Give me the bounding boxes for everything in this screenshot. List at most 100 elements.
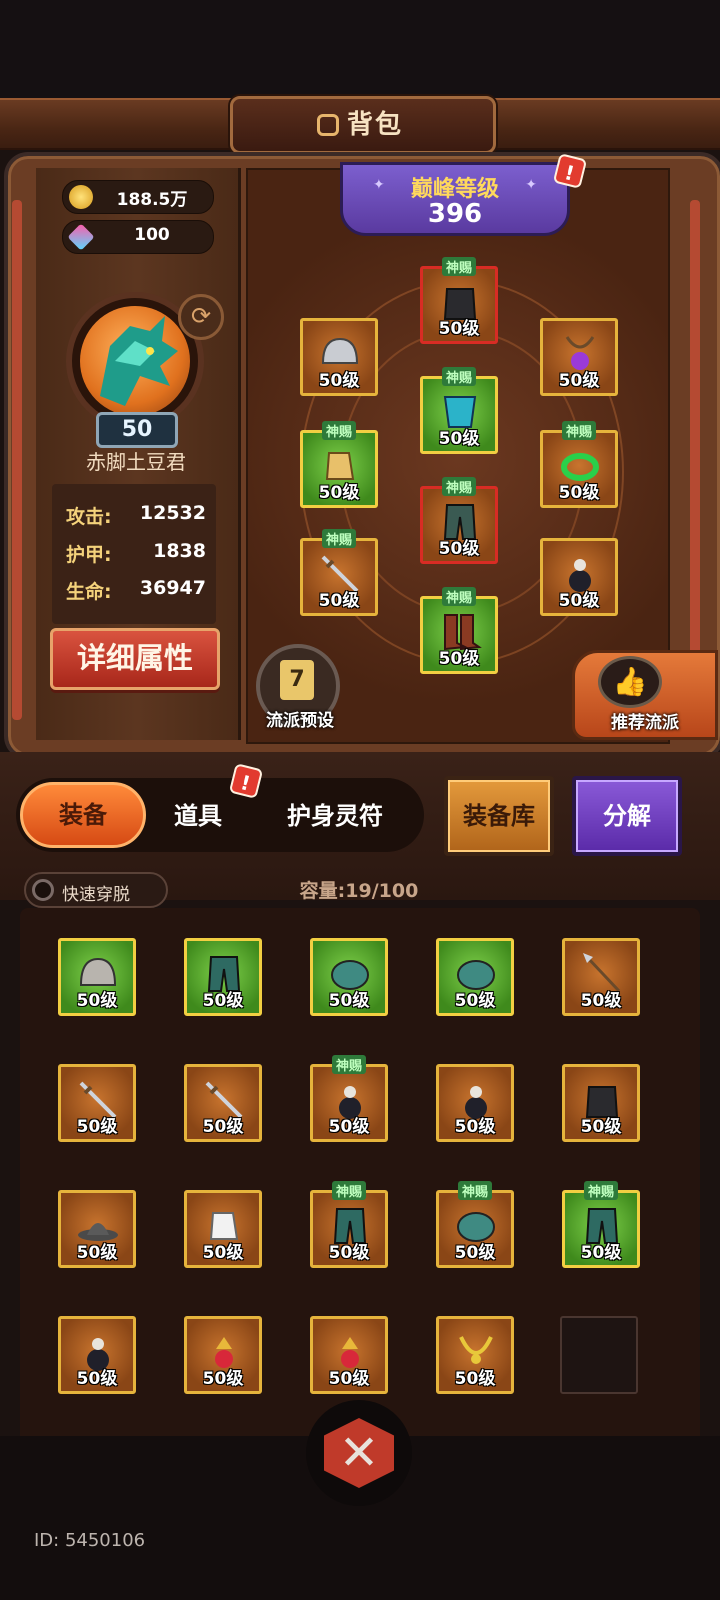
preset-icon: 7 <box>280 660 314 700</box>
build-preset-label: 流派预设 <box>266 711 334 731</box>
dragon-avatar-icon <box>100 316 178 406</box>
divine-tag: 神赐 <box>457 1181 493 1200</box>
slot-level: 50级 <box>438 649 480 669</box>
inventory-item[interactable]: 50级 <box>184 1064 262 1142</box>
decompose-button[interactable]: 分解 <box>572 776 682 856</box>
inventory-item[interactable]: 神赐 50级 <box>310 1055 388 1142</box>
tab-amulet[interactable]: 护身灵符 <box>260 796 410 831</box>
item-level: 50级 <box>328 991 370 1011</box>
inventory-item[interactable]: 50级 <box>436 1316 514 1394</box>
item-level: 50级 <box>76 991 118 1011</box>
gem-icon <box>67 223 95 251</box>
inventory-item[interactable]: 神赐 50级 <box>436 1181 514 1268</box>
slot-level: 50级 <box>558 591 600 611</box>
item-level: 50级 <box>454 1243 496 1263</box>
item-level: 50级 <box>454 1369 496 1389</box>
slot-level: 50级 <box>438 539 480 559</box>
item-level: 50级 <box>76 1117 118 1137</box>
divine-tag: 神赐 <box>321 421 357 440</box>
item-level: 50级 <box>454 1117 496 1137</box>
inventory-item[interactable]: 50级 <box>310 1316 388 1394</box>
tab-items[interactable]: 道具 <box>152 796 244 831</box>
equip-slot-helmet[interactable]: 50级 <box>300 318 378 396</box>
item-level: 50级 <box>328 1369 370 1389</box>
divine-tag: 神赐 <box>441 587 477 606</box>
equip-slot-gloves[interactable]: 神赐 50级 <box>300 421 378 508</box>
item-level: 50级 <box>454 991 496 1011</box>
equip-slot-weapon[interactable]: 神赐 50级 <box>300 529 378 616</box>
recommended-build-label: 推荐流派 <box>611 713 679 733</box>
inventory-item[interactable]: 50级 <box>184 938 262 1016</box>
armor-label: 护甲: <box>66 544 112 566</box>
health-value: 36947 <box>139 577 206 599</box>
divine-tag: 神赐 <box>441 257 477 276</box>
equip-slot-chest[interactable]: 神赐 50级 <box>420 257 498 344</box>
avatar[interactable] <box>80 306 190 416</box>
divine-tag: 神赐 <box>331 1055 367 1074</box>
health-label: 生命: <box>66 581 112 603</box>
slot-level: 50级 <box>438 319 480 339</box>
inventory-item[interactable]: 50级 <box>184 1316 262 1394</box>
inventory-item[interactable]: 50级 <box>562 938 640 1016</box>
quick-equip-toggle[interactable]: 快速穿脱 <box>24 872 168 908</box>
peak-level-value: 396 <box>427 199 483 229</box>
inventory-item[interactable]: 50级 <box>562 1064 640 1142</box>
equip-slot-cape[interactable]: 神赐 50级 <box>420 367 498 454</box>
equip-slot-ring[interactable]: 神赐 50级 <box>540 421 618 508</box>
thumbs-up-icon: 👍 <box>598 656 662 708</box>
item-level: 50级 <box>580 1117 622 1137</box>
slot-level: 50级 <box>318 483 360 503</box>
peak-level-banner[interactable]: ✦ ✦ 巅峰等级 396 <box>340 162 570 236</box>
slot-level: 50级 <box>558 371 600 391</box>
gold-value: 188.5万 <box>116 190 188 210</box>
refresh-icon: ⟳ <box>190 302 212 330</box>
item-level: 50级 <box>202 1369 244 1389</box>
inventory-empty-slot[interactable] <box>560 1316 638 1394</box>
item-level: 50级 <box>202 991 244 1011</box>
inventory-item[interactable]: 50级 <box>58 1316 136 1394</box>
divine-tag: 神赐 <box>583 1181 619 1200</box>
quick-equip-label: 快速穿脱 <box>62 885 130 905</box>
attack-value: 12532 <box>139 502 206 524</box>
item-level: 50级 <box>202 1117 244 1137</box>
divine-tag: 神赐 <box>441 477 477 496</box>
capacity-text: 容量:19/100 <box>299 880 419 902</box>
divine-tag: 神赐 <box>561 421 597 440</box>
user-id: ID: 5450106 <box>34 1530 146 1551</box>
equip-slot-boots[interactable]: 神赐 50级 <box>420 587 498 674</box>
inventory-item[interactable]: 50级 <box>58 1064 136 1142</box>
attack-label: 攻击: <box>66 506 112 528</box>
slot-level: 50级 <box>318 371 360 391</box>
inventory-item[interactable]: 50级 <box>310 938 388 1016</box>
inventory-item[interactable]: 50级 <box>184 1190 262 1268</box>
equip-slot-pants[interactable]: 神赐 50级 <box>420 477 498 564</box>
item-level: 50级 <box>328 1117 370 1137</box>
equipment-library-button[interactable]: 装备库 <box>444 776 554 856</box>
toggle-radio-icon <box>32 879 54 901</box>
inventory-item[interactable]: 50级 <box>58 1190 136 1268</box>
tab-equipment[interactable]: 装备 <box>20 782 146 848</box>
gem-counter: 100 <box>62 220 214 254</box>
item-level: 50级 <box>202 1243 244 1263</box>
divine-tag: 神赐 <box>331 1181 367 1200</box>
divine-tag: 神赐 <box>321 529 357 548</box>
inventory-item[interactable]: 神赐 50级 <box>562 1181 640 1268</box>
equip-slot-gourd[interactable]: 50级 <box>540 538 618 616</box>
inventory-item[interactable]: 神赐 50级 <box>310 1181 388 1268</box>
backpack-icon <box>316 114 339 136</box>
slot-level: 50级 <box>318 591 360 611</box>
gold-coin-icon <box>69 185 93 209</box>
detail-attributes-button[interactable]: 详细属性 <box>50 628 220 690</box>
divine-tag: 神赐 <box>441 367 477 386</box>
inventory-item[interactable]: 50级 <box>58 938 136 1016</box>
top-background <box>0 0 720 100</box>
gold-counter: 188.5万 <box>62 180 214 214</box>
item-level: 50级 <box>76 1369 118 1389</box>
right-rail <box>690 200 700 720</box>
equip-slot-amulet[interactable]: 50级 <box>540 318 618 396</box>
inventory-item[interactable]: 50级 <box>436 938 514 1016</box>
gem-value: 100 <box>134 225 170 245</box>
refresh-avatar-button[interactable]: ⟳ <box>178 294 224 340</box>
armor-value: 1838 <box>153 540 206 562</box>
inventory-item[interactable]: 50级 <box>436 1064 514 1142</box>
